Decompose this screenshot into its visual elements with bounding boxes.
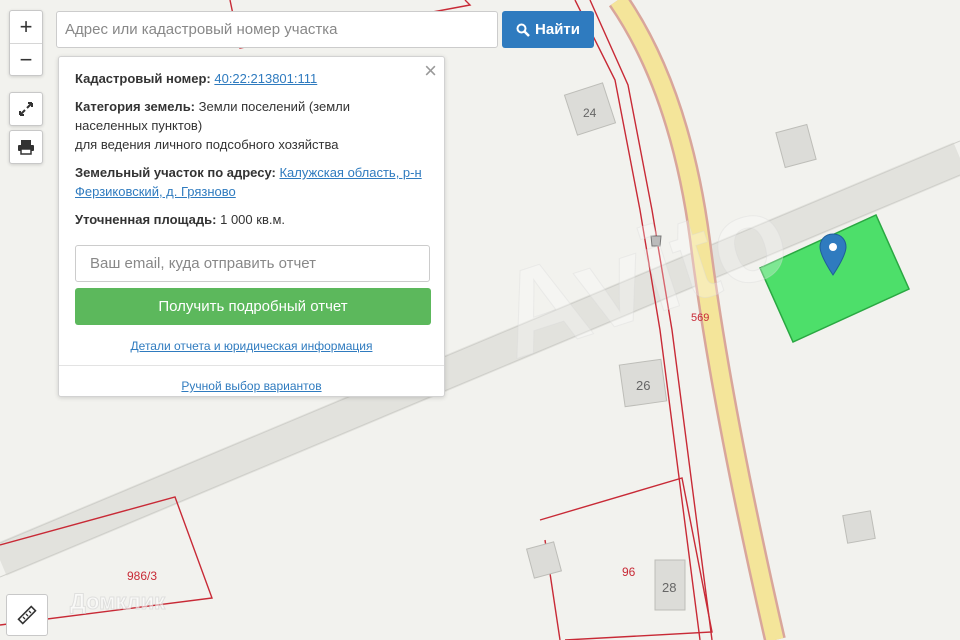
cadastral-label: Кадастровый номер: — [75, 71, 211, 86]
manual-link-row: Ручной выбор вариантов — [75, 377, 428, 396]
house-parcel-96 — [525, 541, 563, 579]
label-parcel-986-3: 986/3 — [127, 569, 157, 583]
zoom-out-button[interactable]: − — [10, 43, 42, 75]
fullscreen-button[interactable] — [10, 93, 42, 125]
zoom-control: + − — [9, 10, 43, 76]
cadastral-number-link[interactable]: 40:22:213801:111 — [214, 71, 317, 86]
close-icon[interactable]: × — [424, 60, 437, 82]
parcel-info-popup: × Кадастровый номер: 40:22:213801:111 Ка… — [58, 56, 445, 397]
search-icon — [516, 23, 530, 37]
area-label: Уточненная площадь: — [75, 212, 217, 227]
address-row: Земельный участок по адресу: Калужская о… — [75, 163, 428, 201]
address-link-2[interactable]: Ферзиковский, д. Грязново — [75, 184, 236, 199]
parcel-boundary-96 — [539, 477, 713, 640]
category-label: Категория земель: — [75, 99, 196, 114]
label-house-26: 26 — [636, 378, 650, 393]
address-label: Земельный участок по адресу: — [75, 165, 276, 180]
address-link-1[interactable]: Калужская область, р-н — [279, 165, 421, 180]
house-building — [775, 123, 817, 169]
manual-selection-link[interactable]: Ручной выбор вариантов — [181, 379, 321, 393]
area-value: 1 000 кв.м. — [220, 212, 286, 227]
label-house-28: 28 — [662, 580, 676, 595]
avito-watermark: Avito — [481, 165, 803, 384]
fullscreen-control — [9, 92, 43, 126]
category-value-2: населенных пунктов) — [75, 118, 203, 133]
popup-divider — [59, 365, 444, 366]
ruler-tool-button[interactable] — [6, 594, 48, 636]
print-button[interactable] — [10, 131, 42, 163]
label-house-24: 24 — [583, 106, 597, 120]
category-value-3: для ведения личного подсобного хозяйства — [75, 137, 339, 152]
house-small — [842, 510, 876, 544]
details-link[interactable]: Детали отчета и юридическая информация — [131, 339, 373, 353]
email-field[interactable] — [75, 245, 430, 282]
search-input[interactable] — [56, 11, 498, 48]
ruler-icon — [17, 605, 37, 625]
details-link-row: Детали отчета и юридическая информация — [75, 337, 428, 356]
zoom-in-button[interactable]: + — [10, 11, 42, 43]
get-report-button[interactable]: Получить подробный отчет — [75, 288, 431, 325]
category-row: Категория земель: Земли поселений (земли… — [75, 97, 428, 154]
label-parcel-96: 96 — [622, 565, 636, 579]
cadastral-row: Кадастровый номер: 40:22:213801:111 — [75, 69, 428, 88]
domclick-watermark: Домклик — [70, 589, 166, 614]
printer-icon — [18, 140, 34, 155]
area-row: Уточненная площадь: 1 000 кв.м. — [75, 210, 428, 229]
category-value-1: Земли поселений (земли — [198, 99, 350, 114]
print-control — [9, 130, 43, 164]
search-button[interactable]: Найти — [502, 11, 594, 48]
expand-icon — [19, 102, 33, 116]
search-button-label: Найти — [535, 21, 580, 38]
